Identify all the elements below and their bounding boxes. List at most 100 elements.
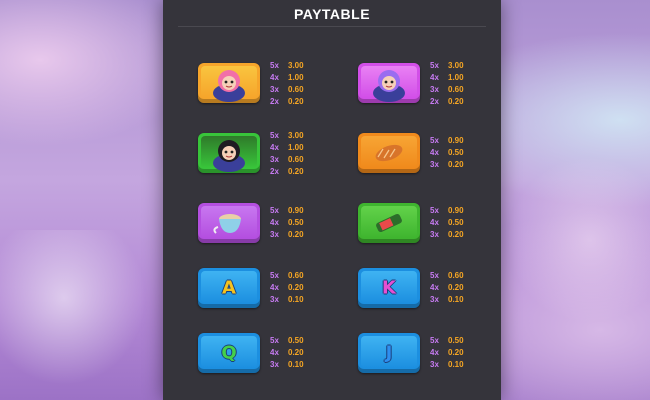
letter-j-icon: J (358, 333, 420, 373)
payout-value: 0.10 (288, 295, 304, 304)
payout-value: 0.90 (448, 206, 464, 215)
symbol-art (373, 70, 405, 102)
letter-q-icon: Q (198, 333, 260, 373)
payout-list: 5x 3.00 4x 1.00 3x 0.60 2x 0.20 (270, 130, 350, 178)
payout-row: 2x 0.20 (430, 96, 510, 108)
payout-list: 5x 0.50 4x 0.20 3x 0.10 (430, 335, 510, 371)
payout-row: 4x 0.20 (430, 282, 510, 294)
payout-value: 0.20 (448, 230, 464, 239)
payout-value: 3.00 (288, 131, 304, 140)
multiplier-label: 4x (430, 73, 439, 82)
multiplier-label: 5x (430, 136, 439, 145)
payout-value: 0.90 (288, 206, 304, 215)
payout-value: 0.60 (288, 155, 304, 164)
multiplier-label: 4x (270, 143, 279, 152)
payout-row: 4x 0.50 (270, 217, 350, 229)
multiplier-label: 4x (270, 73, 279, 82)
payout-row: 5x 0.90 (270, 205, 350, 217)
multiplier-label: 3x (270, 295, 279, 304)
payout-row: 3x 0.10 (270, 294, 350, 306)
multiplier-label: 3x (430, 85, 439, 94)
symbol-art (376, 213, 402, 233)
multiplier-label: 2x (270, 97, 279, 106)
payout-row: 2x 0.20 (270, 96, 350, 108)
payout-value: 0.60 (448, 271, 464, 280)
letter-k-icon: K (358, 268, 420, 308)
payout-row: 3x 0.60 (270, 84, 350, 96)
corn-dog-icon (358, 133, 420, 173)
payout-list: 5x 0.90 4x 0.50 3x 0.20 (430, 205, 510, 241)
title-divider (178, 26, 486, 27)
soda-bottle-icon (358, 203, 420, 243)
symbol-art (213, 140, 245, 172)
multiplier-label: 4x (270, 218, 279, 227)
payout-value: 0.90 (448, 136, 464, 145)
multiplier-label: 5x (270, 336, 279, 345)
dark-haired-girl-icon (198, 133, 260, 173)
multiplier-label: 3x (430, 230, 439, 239)
letter-a-icon: A (198, 268, 260, 308)
payout-row: 4x 0.20 (430, 347, 510, 359)
multiplier-label: 3x (270, 155, 279, 164)
coffee-cup-icon (198, 203, 260, 243)
payout-list: 5x 0.90 4x 0.50 3x 0.20 (430, 135, 510, 171)
paytable-entry-letter-a: A 5x 0.60 4x 0.20 3x 0.10 (198, 268, 348, 328)
payout-row: 4x 0.20 (270, 282, 350, 294)
multiplier-label: 3x (270, 360, 279, 369)
multiplier-label: 5x (430, 336, 439, 345)
paytable-entry-latte: 5x 0.90 4x 0.50 3x 0.20 (198, 203, 348, 263)
payout-list: 5x 3.00 4x 1.00 3x 0.60 2x 0.20 (430, 60, 510, 108)
multiplier-label: 4x (270, 283, 279, 292)
payout-list: 5x 0.90 4x 0.50 3x 0.20 (270, 205, 350, 241)
payout-row: 3x 0.60 (270, 154, 350, 166)
payout-row: 5x 0.90 (430, 135, 510, 147)
symbol-art (213, 214, 241, 234)
payout-row: 4x 0.50 (430, 217, 510, 229)
multiplier-label: 5x (430, 206, 439, 215)
payout-row: 5x 0.50 (270, 335, 350, 347)
payout-row: 5x 0.50 (430, 335, 510, 347)
paytable-entry-soda: 5x 0.90 4x 0.50 3x 0.20 (358, 203, 508, 263)
paytable-entry-letter-q: Q 5x 0.50 4x 0.20 3x 0.10 (198, 333, 348, 393)
payout-value: 0.60 (448, 85, 464, 94)
payout-row: 5x 3.00 (430, 60, 510, 72)
payout-row: 4x 1.00 (270, 142, 350, 154)
multiplier-label: 4x (430, 283, 439, 292)
payout-value: 0.20 (448, 348, 464, 357)
payout-value: 0.20 (288, 283, 304, 292)
payout-row: 4x 0.20 (270, 347, 350, 359)
payout-value: 0.10 (288, 360, 304, 369)
payout-value: 0.60 (288, 271, 304, 280)
payout-value: 0.20 (288, 348, 304, 357)
multiplier-label: 3x (270, 85, 279, 94)
payout-list: 5x 0.60 4x 0.20 3x 0.10 (430, 270, 510, 306)
payout-row: 4x 1.00 (430, 72, 510, 84)
symbol-glyph: A (222, 277, 236, 299)
multiplier-label: 2x (270, 167, 279, 176)
payout-value: 0.20 (288, 167, 304, 176)
multiplier-label: 5x (270, 206, 279, 215)
payout-value: 0.10 (448, 295, 464, 304)
background-glow-left (0, 230, 160, 400)
payout-value: 0.20 (448, 283, 464, 292)
multiplier-label: 3x (270, 230, 279, 239)
payout-row: 4x 1.00 (270, 72, 350, 84)
payout-value: 1.00 (288, 143, 304, 152)
payout-value: 0.50 (448, 336, 464, 345)
payout-value: 3.00 (288, 61, 304, 70)
paytable-title: PAYTABLE (293, 6, 371, 22)
paytable-entry-girl-pink: 5x 3.00 4x 1.00 3x 0.60 2x 0.20 (198, 60, 350, 123)
multiplier-label: 4x (430, 348, 439, 357)
multiplier-label: 5x (270, 271, 279, 280)
paytable-entry-girl-purple: 5x 3.00 4x 1.00 3x 0.60 2x 0.20 (358, 60, 510, 123)
payout-value: 0.10 (448, 360, 464, 369)
payout-row: 3x 0.10 (430, 359, 510, 371)
symbol-art (375, 144, 403, 162)
multiplier-label: 4x (270, 348, 279, 357)
multiplier-label: 5x (430, 271, 439, 280)
multiplier-label: 3x (430, 360, 439, 369)
payout-row: 5x 3.00 (270, 60, 350, 72)
payout-list: 5x 0.60 4x 0.20 3x 0.10 (270, 270, 350, 306)
payout-value: 3.00 (448, 61, 464, 70)
payout-value: 0.50 (288, 336, 304, 345)
